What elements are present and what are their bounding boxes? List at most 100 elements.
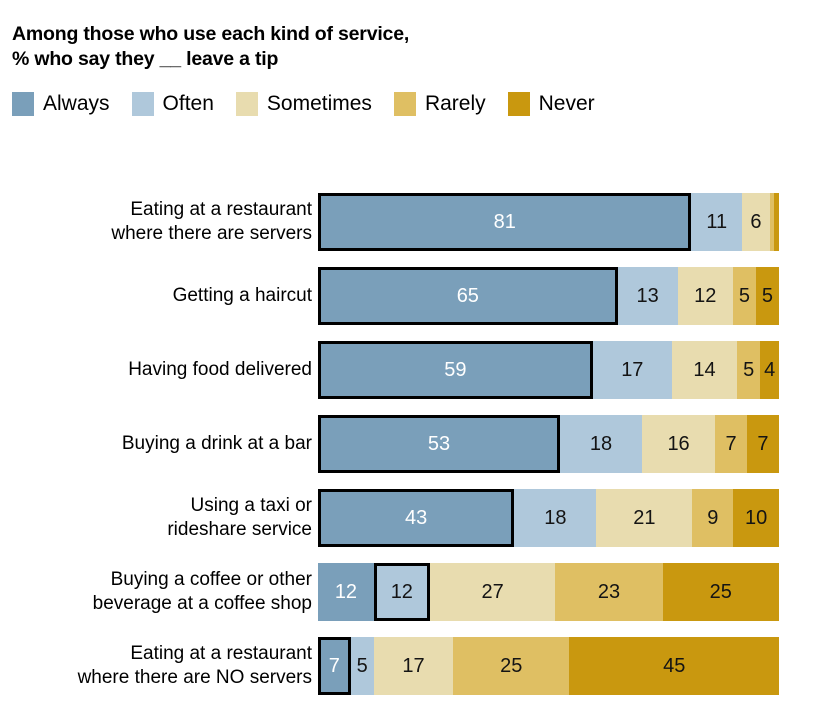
bar-segment-never[interactable]: 5 xyxy=(755,267,779,325)
legend-item-rarely[interactable]: Rarely xyxy=(393,92,486,116)
bar-segment-value: 59 xyxy=(444,359,467,381)
bar-segment-value: 4 xyxy=(764,359,776,381)
bar-segment-value: 21 xyxy=(633,507,656,529)
legend-item-label: Never xyxy=(538,92,595,115)
bar-segment-sometimes[interactable]: 14 xyxy=(671,341,738,399)
chart-row-label: Having food delivered xyxy=(128,359,312,380)
chart-row: Buying a coffee or other beverage at a c… xyxy=(0,560,815,624)
chart-row-bars: 7 5 17 25 45 xyxy=(318,637,779,695)
bar-segment-often[interactable]: 5 xyxy=(350,637,374,695)
chart-row: Buying a drink at a bar 53 18 16 7 7 xyxy=(0,412,815,476)
bar-segment-always[interactable]: 12 xyxy=(318,563,374,621)
bar-segment-value: 43 xyxy=(405,507,428,529)
chart-row-label: Buying a drink at a bar xyxy=(121,433,312,454)
chart-row-label: Getting a haircut xyxy=(172,285,312,306)
bar-segment-often[interactable]: 17 xyxy=(592,341,672,399)
bar-segment-value: 6 xyxy=(750,211,762,233)
bar-segment-value: 16 xyxy=(667,433,690,455)
bar-segment-value: 12 xyxy=(390,581,413,603)
bar-segment-value: 25 xyxy=(709,581,732,603)
bar-segment-rarely[interactable]: 25 xyxy=(453,637,570,695)
chart-legend: Always Often Sometimes Rarely Never xyxy=(12,92,617,116)
bar-segment-value: 5 xyxy=(356,655,368,677)
bar-segment-sometimes[interactable]: 12 xyxy=(677,267,733,325)
bar-segment-never[interactable]: 25 xyxy=(662,563,779,621)
chart-row: Having food delivered 59 17 14 5 4 xyxy=(0,338,815,402)
bar-segment-rarely[interactable]: 5 xyxy=(737,341,761,399)
bar-segment-always[interactable]: 53 xyxy=(318,415,560,473)
bar-segment-often[interactable]: 12 xyxy=(373,563,430,621)
bar-segment-value: 5 xyxy=(738,285,750,307)
bar-segment-always[interactable]: 81 xyxy=(318,193,692,251)
bar-segment-value: 9 xyxy=(707,507,719,529)
bar-segment-value: 11 xyxy=(706,211,728,233)
bar-segment-value: 18 xyxy=(544,507,567,529)
bar-segment-value: 13 xyxy=(636,285,659,307)
bar-segment-never[interactable]: 4 xyxy=(760,341,779,399)
legend-item-label: Sometimes xyxy=(266,92,372,115)
legend-item-label: Rarely xyxy=(424,92,486,115)
legend-item-always[interactable]: Always xyxy=(12,92,110,116)
chart-row-bars: 53 18 16 7 7 xyxy=(318,415,779,473)
bar-segment-value: 17 xyxy=(402,655,425,677)
bar-segment-sometimes[interactable]: 21 xyxy=(596,489,693,547)
legend-item-label: Often xyxy=(162,92,214,115)
bar-segment-always[interactable]: 59 xyxy=(318,341,593,399)
bar-segment-always[interactable]: 7 xyxy=(318,637,351,695)
bar-segment-rarely[interactable]: 7 xyxy=(715,415,748,473)
bar-segment-never[interactable]: 10 xyxy=(733,489,779,547)
chart-row: Eating at a restaurant where there are N… xyxy=(0,634,815,698)
chart-row-bars: 59 17 14 5 4 xyxy=(318,341,779,399)
chart-row-label: Eating at a restaurant where there are N… xyxy=(77,643,312,688)
bar-segment-value: 27 xyxy=(481,581,504,603)
chart-title-block: Among those who use each kind of service… xyxy=(12,22,652,72)
bar-segment-sometimes[interactable]: 6 xyxy=(742,193,770,251)
page-title-line-1: Among those who use each kind of service… xyxy=(12,23,410,45)
bar-segment-value: 7 xyxy=(328,655,340,677)
legend-item-label: Always xyxy=(43,92,110,115)
legend-item-sometimes[interactable]: Sometimes xyxy=(235,92,372,116)
chart-row-label: Eating at a restaurant where there are s… xyxy=(111,199,312,244)
bar-segment-often[interactable]: 13 xyxy=(617,267,678,325)
bar-segment-value: 17 xyxy=(621,359,644,381)
legend-item-often[interactable]: Often xyxy=(131,92,214,116)
bar-segment-always[interactable]: 43 xyxy=(318,489,515,547)
bar-segment-often[interactable]: 18 xyxy=(514,489,597,547)
chart-row: Eating at a restaurant where there are s… xyxy=(0,190,815,254)
bar-segment-rarely[interactable]: 9 xyxy=(692,489,734,547)
chart-row-bars: 12 12 27 23 25 xyxy=(318,563,779,621)
bar-segment-rarely[interactable]: 23 xyxy=(555,563,663,621)
bar-segment-value: 7 xyxy=(757,433,769,455)
chart-row-label: Buying a coffee or other beverage at a c… xyxy=(92,569,312,614)
chart-row: Using a taxi or rideshare service 43 18 21 9… xyxy=(0,486,815,550)
bar-segment-often[interactable]: 18 xyxy=(559,415,643,473)
bar-segment-value: 7 xyxy=(725,433,737,455)
bar-segment-rarely[interactable]: 5 xyxy=(732,267,756,325)
bar-segment-sometimes[interactable]: 16 xyxy=(642,415,716,473)
legend-swatch-icon xyxy=(393,92,416,116)
bar-segment-value: 65 xyxy=(456,285,479,307)
chart-row-bars: 43 18 21 9 10 xyxy=(318,489,779,547)
chart-row-bars: 81 11 6 xyxy=(318,193,779,251)
legend-swatch-icon xyxy=(131,92,154,116)
bar-segment-often[interactable]: 11 xyxy=(691,193,743,251)
bar-segment-value: 53 xyxy=(427,433,451,455)
chart-row: Getting a haircut 65 13 12 5 5 xyxy=(0,264,815,328)
legend-swatch-icon xyxy=(235,92,258,116)
bar-segment-value: 12 xyxy=(694,285,717,307)
bar-segment-always[interactable]: 65 xyxy=(318,267,618,325)
bar-segment-never[interactable]: 45 xyxy=(569,637,779,695)
bar-segment-value: 18 xyxy=(589,433,613,455)
bar-segment-value: 45 xyxy=(663,655,686,677)
bar-segment-never[interactable] xyxy=(774,193,779,251)
bar-segment-sometimes[interactable]: 27 xyxy=(429,563,556,621)
bar-segment-value: 14 xyxy=(693,359,716,381)
chart-row-label: Using a taxi or rideshare service xyxy=(167,495,312,540)
legend-item-never[interactable]: Never xyxy=(507,92,595,116)
chart-row-bars: 65 13 12 5 5 xyxy=(318,267,779,325)
legend-swatch-icon xyxy=(507,92,530,116)
bar-segment-never[interactable]: 7 xyxy=(747,415,779,473)
bar-segment-sometimes[interactable]: 17 xyxy=(373,637,454,695)
bar-segment-value: 10 xyxy=(745,507,768,529)
bar-segment-value: 81 xyxy=(493,211,516,233)
